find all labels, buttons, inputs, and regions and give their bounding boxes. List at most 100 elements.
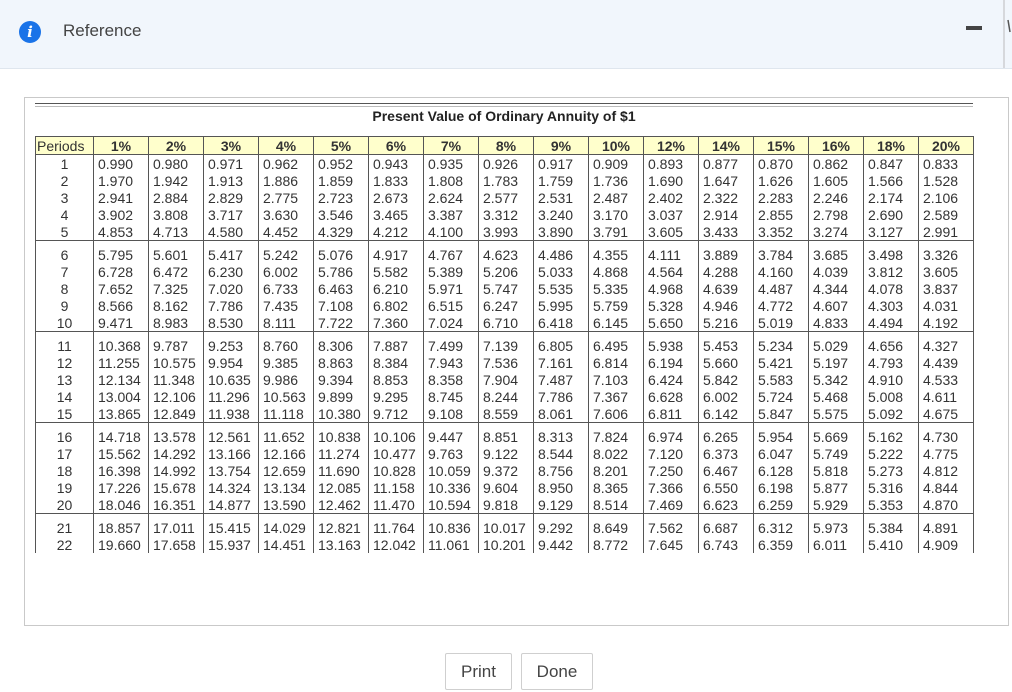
factor-cell: 1.913 [203, 172, 259, 189]
factor-cell: 7.435 [258, 297, 314, 314]
factor-cell: 6.210 [368, 280, 424, 297]
rate-header: 5% [313, 136, 369, 155]
factor-cell: 2.106 [918, 189, 974, 206]
done-button[interactable]: Done [521, 653, 593, 690]
period-cell: 8 [35, 280, 94, 297]
period-cell: 3 [35, 189, 94, 206]
factor-cell: 1.942 [148, 172, 204, 189]
factor-cell: 7.024 [423, 314, 479, 332]
factor-cell: 2.798 [808, 206, 864, 223]
factor-cell: 4.327 [918, 331, 974, 354]
factor-cell: 5.582 [368, 263, 424, 280]
period-cell: 4 [35, 206, 94, 223]
factor-cell: 5.421 [753, 354, 809, 371]
minimize-button[interactable] [963, 22, 985, 32]
factor-cell: 4.730 [918, 422, 974, 445]
factor-cell: 3.465 [368, 206, 424, 223]
factor-cell: 4.303 [863, 297, 919, 314]
factor-cell: 6.002 [258, 263, 314, 280]
table-row: 6 5.795 5.601 5.417 5.242 5.076 4.917 4.767 4.62… [35, 240, 974, 263]
info-icon: i [19, 21, 41, 43]
factor-cell: 4.078 [863, 280, 919, 297]
factor-cell: 0.971 [203, 154, 259, 172]
factor-cell: 6.230 [203, 263, 259, 280]
factor-cell: 6.467 [698, 462, 754, 479]
factor-cell: 4.452 [258, 223, 314, 241]
factor-cell: 9.447 [423, 422, 479, 445]
factor-cell: 3.274 [808, 223, 864, 241]
periods-header: Periods [35, 136, 94, 155]
factor-cell: 2.690 [863, 206, 919, 223]
factor-cell: 6.814 [588, 354, 644, 371]
table-row: 20 18.046 16.351 14.877 13.590 12.462 11.470 10… [35, 496, 974, 514]
factor-cell: 6.424 [643, 371, 699, 388]
factor-cell: 7.487 [533, 371, 589, 388]
factor-cell: 5.575 [808, 405, 864, 423]
factor-cell: 7.250 [643, 462, 699, 479]
factor-cell: 7.606 [588, 405, 644, 423]
factor-cell: 5.335 [588, 280, 644, 297]
factor-cell: 10.594 [423, 496, 479, 514]
factor-cell: 1.605 [808, 172, 864, 189]
factor-cell: 4.212 [368, 223, 424, 241]
factor-cell: 0.862 [808, 154, 864, 172]
factor-cell: 4.639 [698, 280, 754, 297]
factor-cell: 4.160 [753, 263, 809, 280]
factor-cell: 9.954 [203, 354, 259, 371]
factor-cell: 4.486 [533, 240, 589, 263]
factor-cell: 2.174 [863, 189, 919, 206]
factor-cell: 5.453 [698, 331, 754, 354]
factor-cell: 8.162 [148, 297, 204, 314]
factor-cell: 9.986 [258, 371, 314, 388]
factor-cell: 2.775 [258, 189, 314, 206]
factor-cell: 3.433 [698, 223, 754, 241]
factor-cell: 2.624 [423, 189, 479, 206]
factor-cell: 5.008 [863, 388, 919, 405]
factor-cell: 2.589 [918, 206, 974, 223]
factor-cell: 5.938 [643, 331, 699, 354]
factor-cell: 3.837 [918, 280, 974, 297]
table-row: 12 11.255 10.575 9.954 9.385 8.863 8.384 7.943 7… [35, 354, 974, 371]
factor-cell: 2.884 [148, 189, 204, 206]
factor-cell: 6.687 [698, 513, 754, 536]
period-cell: 6 [35, 240, 94, 263]
factor-cell: 11.061 [423, 536, 479, 553]
factor-cell: 13.134 [258, 479, 314, 496]
factor-cell: 5.033 [533, 263, 589, 280]
factor-cell: 5.795 [93, 240, 149, 263]
factor-cell: 18.857 [93, 513, 149, 536]
factor-cell: 7.887 [368, 331, 424, 354]
factor-cell: 3.808 [148, 206, 204, 223]
factor-cell: 13.163 [313, 536, 369, 553]
factor-cell: 4.775 [918, 445, 974, 462]
factor-cell: 7.786 [533, 388, 589, 405]
rate-header: 18% [863, 136, 919, 155]
factor-cell: 15.415 [203, 513, 259, 536]
factor-cell: 8.530 [203, 314, 259, 332]
factor-cell: 7.103 [588, 371, 644, 388]
factor-cell: 5.954 [753, 422, 809, 445]
rate-header: 4% [258, 136, 314, 155]
factor-cell: 0.917 [533, 154, 589, 172]
factor-cell: 5.535 [533, 280, 589, 297]
factor-cell: 11.255 [93, 354, 149, 371]
factor-cell: 2.723 [313, 189, 369, 206]
factor-cell: 6.011 [808, 536, 864, 553]
factor-cell: 0.952 [313, 154, 369, 172]
factor-cell: 12.134 [93, 371, 149, 388]
factor-cell: 14.877 [203, 496, 259, 514]
factor-cell: 14.324 [203, 479, 259, 496]
factor-cell: 9.899 [313, 388, 369, 405]
factor-cell: 4.675 [918, 405, 974, 423]
factor-cell: 6.728 [93, 263, 149, 280]
factor-cell: 3.170 [588, 206, 644, 223]
factor-cell: 0.962 [258, 154, 314, 172]
factor-cell: 10.336 [423, 479, 479, 496]
factor-cell: 4.868 [588, 263, 644, 280]
factor-cell: 6.623 [698, 496, 754, 514]
factor-cell: 6.743 [698, 536, 754, 553]
table-row: 8 7.652 7.325 7.020 6.733 6.463 6.210 5.971 5.74… [35, 280, 974, 297]
print-button[interactable]: Print [445, 653, 512, 690]
factor-cell: 9.471 [93, 314, 149, 332]
factor-cell: 5.234 [753, 331, 809, 354]
